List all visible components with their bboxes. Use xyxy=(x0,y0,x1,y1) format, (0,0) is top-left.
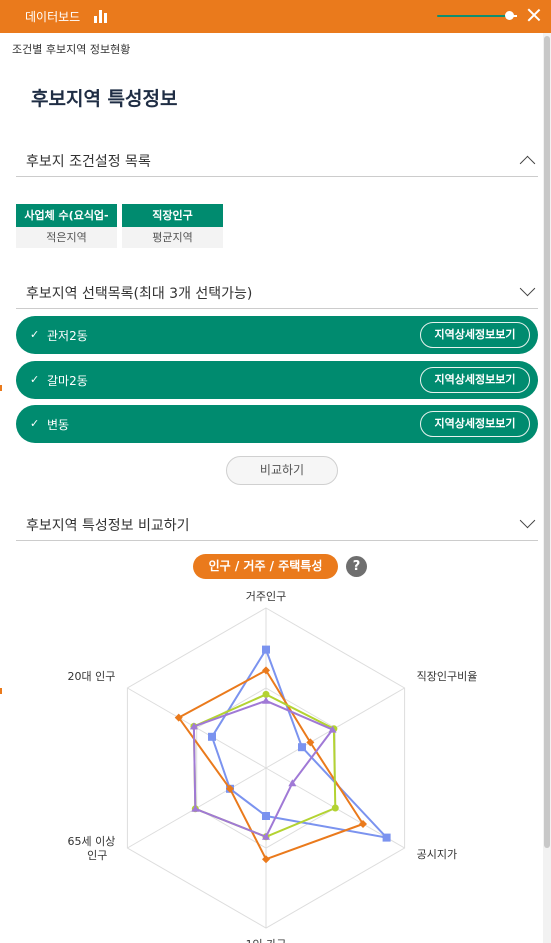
chevron-down-icon[interactable] xyxy=(520,517,534,531)
edge-marker xyxy=(0,385,2,391)
candidate-name: 갈마2동 xyxy=(47,374,88,388)
radar-point xyxy=(262,645,270,654)
region-detail-button[interactable]: 지역상세정보보기 xyxy=(420,411,530,437)
chevron-down-icon[interactable] xyxy=(520,285,534,299)
candidate-item[interactable]: ✓ 갈마2동 지역상세정보보기 xyxy=(16,361,538,399)
radar-point xyxy=(298,743,306,752)
window-title: 데이터보드 xyxy=(25,10,81,24)
opacity-slider-handle[interactable] xyxy=(505,11,514,20)
category-badge[interactable]: 인구 / 거주 / 주택특성 xyxy=(193,554,338,579)
conditions-section-title: 후보지 조건설정 목록 xyxy=(26,154,151,170)
candidate-name: 변동 xyxy=(47,418,70,432)
help-icon[interactable]: ? xyxy=(346,556,367,577)
radar-axis-label: 65세 이상 xyxy=(68,835,116,848)
candidates-section-header[interactable]: 후보지역 선택목록(최대 3개 선택가능) xyxy=(16,277,538,309)
radar-series-group xyxy=(174,645,391,864)
breadcrumb: 조건별 후보지역 정보현황 xyxy=(12,43,131,56)
candidate-item[interactable]: ✓ 관저2동 지역상세정보보기 xyxy=(16,316,538,354)
region-detail-button[interactable]: 지역상세정보보기 xyxy=(420,322,530,348)
comparison-section-header[interactable]: 후보지역 특성정보 비교하기 xyxy=(16,509,538,541)
condition-name: 사업체 수(요식업- xyxy=(16,204,117,227)
radar-axis-labels: 거주인구직장인구비율공시지가 1인 가구 65세 이상인구 20대 인구 xyxy=(68,590,478,943)
radar-point xyxy=(262,855,270,864)
radar-point xyxy=(262,696,270,704)
radar-axis-label: 1인 가구 xyxy=(246,938,287,943)
radar-chart: 거주인구직장인구비율공시지가 1인 가구 65세 이상인구 20대 인구 xyxy=(68,590,478,943)
condition-name: 직장인구 xyxy=(122,204,223,227)
radar-axis-label: 인구 xyxy=(87,849,107,862)
region-detail-button[interactable]: 지역상세정보보기 xyxy=(420,367,530,393)
radar-point xyxy=(262,812,270,820)
bar-chart-icon[interactable] xyxy=(93,9,109,23)
comparison-section-title: 후보지역 특성정보 비교하기 xyxy=(26,518,190,534)
edge-marker xyxy=(0,688,2,694)
condition-card: 사업체 수(요식업- 적은지역 xyxy=(16,204,117,248)
opacity-slider-fill xyxy=(437,15,507,17)
radar-point xyxy=(331,804,339,812)
condition-value: 평균지역 xyxy=(122,227,223,248)
radar-axis-label: 직장인구비율 xyxy=(417,670,478,683)
radar-axis-label: 20대 인구 xyxy=(68,670,116,683)
radar-axis-label: 공시지가 xyxy=(417,848,457,861)
check-icon: ✓ xyxy=(30,328,40,341)
radar-point xyxy=(208,732,216,741)
opacity-slider[interactable] xyxy=(437,11,517,20)
vertical-scrollbar[interactable] xyxy=(543,33,551,943)
radar-point xyxy=(382,833,391,842)
check-icon: ✓ xyxy=(30,417,40,430)
conditions-section-header[interactable]: 후보지 조건설정 목록 xyxy=(16,145,538,177)
candidate-name: 관저2동 xyxy=(47,329,88,343)
chevron-up-icon[interactable] xyxy=(520,153,534,167)
scrollbar-thumb[interactable] xyxy=(544,36,550,848)
check-icon: ✓ xyxy=(30,373,40,386)
window-titlebar: 데이터보드 xyxy=(0,0,551,33)
candidates-section-title: 후보지역 선택목록(최대 3개 선택가능) xyxy=(26,286,253,302)
condition-card: 직장인구 평균지역 xyxy=(122,204,223,248)
compare-button[interactable]: 비교하기 xyxy=(226,456,338,485)
page-title: 후보지역 특성정보 xyxy=(31,88,178,110)
radar-axis-label: 거주인구 xyxy=(246,590,286,603)
close-icon[interactable] xyxy=(525,6,543,24)
candidate-item[interactable]: ✓ 변동 지역상세정보보기 xyxy=(16,405,538,443)
condition-value: 적은지역 xyxy=(16,227,117,248)
radar-grid xyxy=(126,607,406,929)
